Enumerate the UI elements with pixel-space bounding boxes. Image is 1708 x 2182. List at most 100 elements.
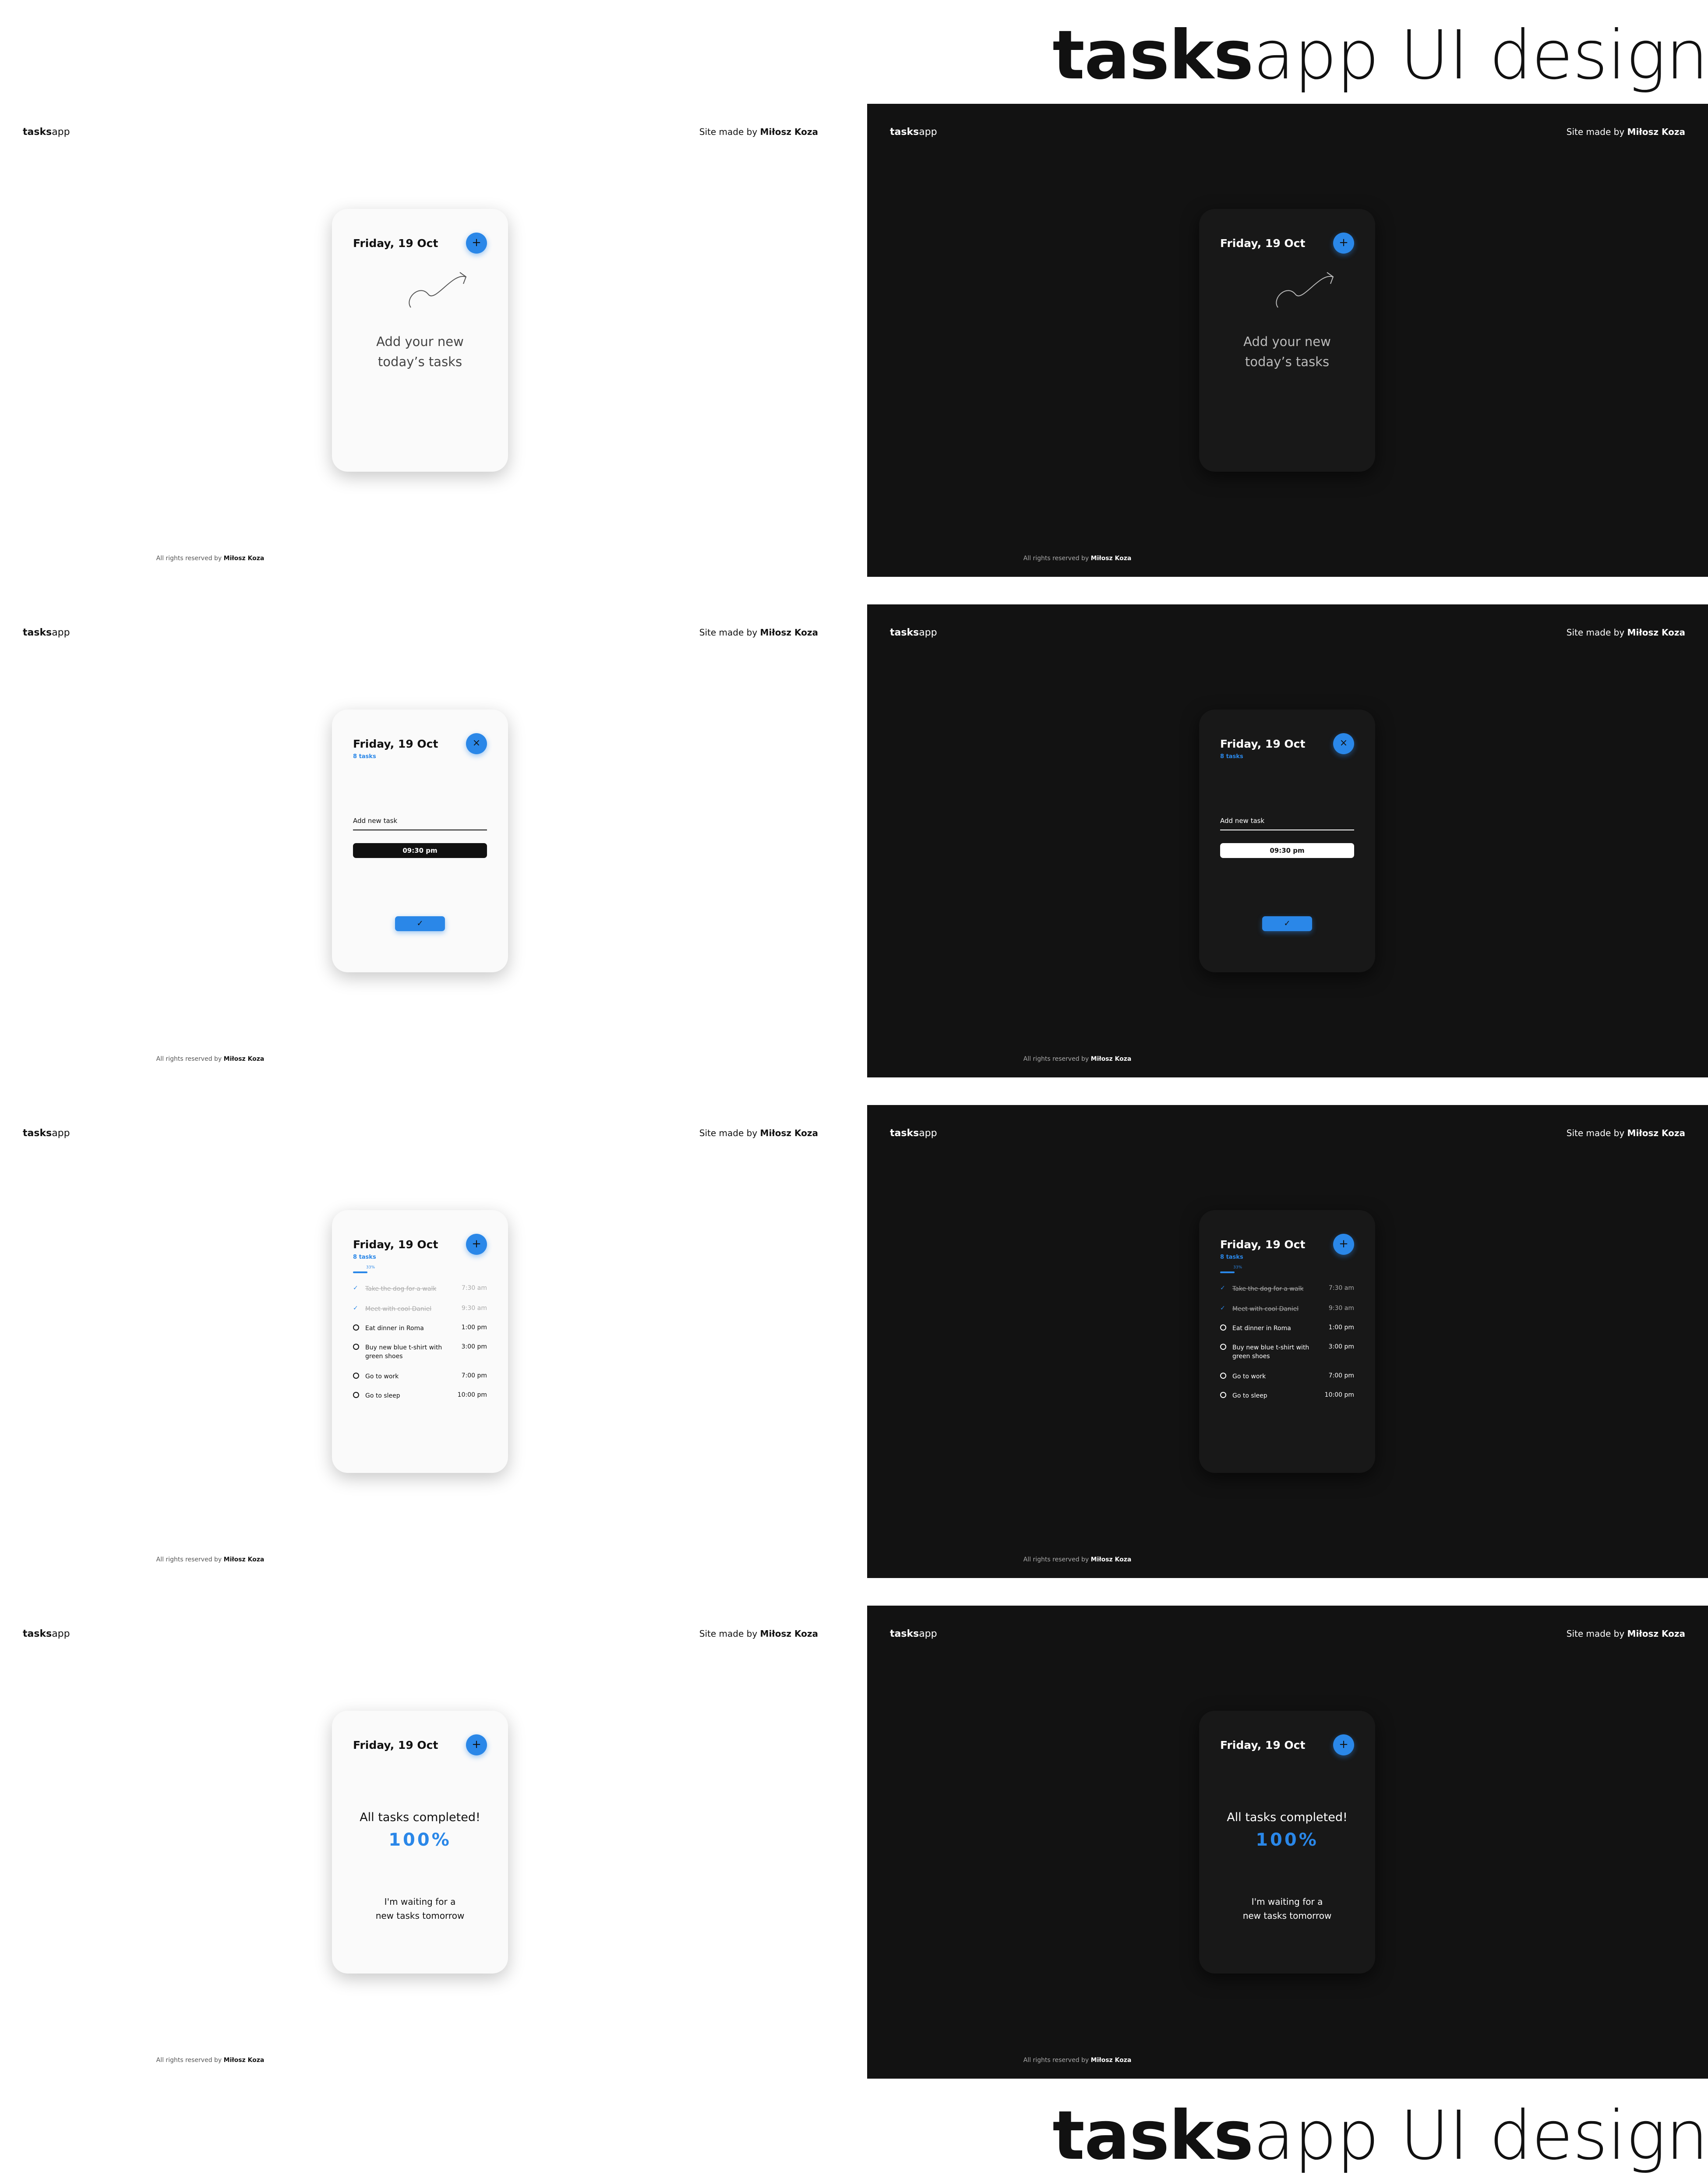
progress-fill: [353, 1271, 367, 1273]
task-count: 8 tasks: [1220, 753, 1243, 760]
screen-add-light: tasksapp Site made by Miłosz Koza Friday…: [0, 604, 841, 1077]
site-credit: Site made by Miłosz Koza: [699, 127, 818, 137]
empty-message: Add your new today’s tasks: [1243, 334, 1331, 369]
progress-fill: [1220, 1271, 1235, 1273]
site-credit: Site made by Miłosz Koza: [699, 1128, 818, 1138]
confirm-button[interactable]: ✓: [395, 916, 445, 931]
screen-add-dark: tasksapp Site made by Miłosz Koza Friday…: [867, 604, 1708, 1077]
check-icon[interactable]: ✓: [1220, 1285, 1226, 1291]
circle-checkbox-icon[interactable]: [1220, 1344, 1226, 1350]
add-task-button[interactable]: +: [466, 1234, 487, 1255]
add-task-button[interactable]: +: [1333, 1234, 1354, 1255]
completed-message: I'm waiting for a new tasks tomorrow: [1242, 1896, 1332, 1921]
task-card: Friday, 19 Oct + Add your new today’s tas…: [1199, 209, 1375, 472]
task-time: 1:00 pm: [1328, 1324, 1354, 1331]
site-credit: Site made by Miłosz Koza: [1566, 127, 1685, 137]
task-time: 7:00 pm: [1328, 1372, 1354, 1379]
card-date: Friday, 19 Oct: [1220, 738, 1306, 750]
task-text: Meet with cool Daniel: [365, 1306, 432, 1313]
footer: All rights reserved by Miłosz Koza: [1023, 1056, 1132, 1063]
page-title-bold: tasks: [1052, 2097, 1253, 2175]
new-task-input[interactable]: Add new task: [1220, 817, 1264, 825]
arrow-illustration: [409, 272, 467, 308]
task-text: Take the dog for a walk: [1232, 1285, 1304, 1292]
time-picker[interactable]: 09:30 pm: [1220, 843, 1354, 858]
card-date: Friday, 19 Oct: [353, 1739, 438, 1751]
check-icon[interactable]: ✓: [353, 1285, 359, 1291]
site-credit: Site made by Miłosz Koza: [699, 1628, 818, 1639]
add-task-button[interactable]: +: [1333, 233, 1354, 254]
brand-logo[interactable]: tasksapp: [890, 1628, 937, 1639]
add-task-button[interactable]: +: [466, 233, 487, 254]
site-credit: Site made by Miłosz Koza: [1566, 627, 1685, 638]
circle-checkbox-icon[interactable]: [1220, 1324, 1226, 1331]
page-title-bold: tasks: [1052, 16, 1253, 95]
task-text: Eat dinner in Roma: [365, 1325, 424, 1332]
page-title-bottom: tasksapp UI design: [1007, 2102, 1708, 2172]
completed-title: All tasks completed!: [1227, 1811, 1348, 1824]
page-title: tasksapp UI design: [1007, 22, 1708, 92]
task-text: Meet with cool Daniel: [1232, 1306, 1299, 1313]
footer: All rights reserved by Miłosz Koza: [1023, 555, 1132, 562]
task-text: Buy new blue t-shirt with green shoes: [1232, 1344, 1309, 1360]
circle-checkbox-icon[interactable]: [1220, 1392, 1226, 1398]
circle-checkbox-icon[interactable]: [353, 1324, 359, 1331]
progress-label: 33%: [1233, 1265, 1242, 1270]
completed-title: All tasks completed!: [360, 1811, 480, 1824]
brand-logo[interactable]: tasksapp: [890, 1128, 937, 1139]
task-card: Friday, 19 Oct 8 tasks + 33% ✓ Take the d…: [332, 1210, 508, 1473]
empty-message: Add your new today’s tasks: [376, 334, 464, 369]
plus-icon: +: [1339, 1738, 1348, 1751]
brand-logo[interactable]: tasksapp: [23, 1128, 70, 1139]
close-button[interactable]: ×: [466, 733, 487, 754]
task-card: Friday, 19 Oct 8 tasks + 33% ✓ Take the d…: [1199, 1210, 1375, 1473]
new-task-input[interactable]: Add new task: [353, 817, 397, 825]
site-credit: Site made by Miłosz Koza: [1566, 1628, 1685, 1639]
task-card: Friday, 19 Oct 8 tasks × Add new task 09…: [1199, 710, 1375, 972]
screen-list-light: tasksapp Site made by Miłosz Koza Friday…: [0, 1105, 841, 1578]
circle-checkbox-icon[interactable]: [353, 1344, 359, 1350]
completed-message: I'm waiting for a new tasks tomorrow: [375, 1896, 465, 1921]
task-time: 9:30 am: [1328, 1305, 1354, 1312]
brand-logo[interactable]: tasksapp: [23, 1628, 70, 1639]
task-text: Go to sleep: [365, 1392, 400, 1399]
footer: All rights reserved by Miłosz Koza: [156, 1056, 265, 1063]
check-icon[interactable]: ✓: [353, 1305, 359, 1311]
card-date: Friday, 19 Oct: [1220, 1739, 1306, 1751]
task-count: 8 tasks: [353, 1254, 376, 1260]
footer: All rights reserved by Miłosz Koza: [156, 2057, 265, 2064]
card-date: Friday, 19 Oct: [353, 738, 438, 750]
task-text: Eat dinner in Roma: [1232, 1325, 1291, 1332]
brand-logo[interactable]: tasksapp: [23, 627, 70, 638]
circle-checkbox-icon[interactable]: [353, 1392, 359, 1398]
add-task-button[interactable]: +: [466, 1734, 487, 1755]
task-text: Take the dog for a walk: [365, 1285, 437, 1292]
screen-complete-light: tasksapp Site made by Miłosz Koza Friday…: [0, 1606, 841, 2079]
task-text: Go to sleep: [1232, 1392, 1267, 1399]
task-card: Friday, 19 Oct + All tasks completed! 10…: [332, 1711, 508, 1974]
time-picker[interactable]: 09:30 pm: [353, 843, 487, 858]
circle-checkbox-icon[interactable]: [1220, 1373, 1226, 1379]
task-time: 7:00 pm: [461, 1372, 487, 1379]
task-time: 9:30 am: [461, 1305, 487, 1312]
plus-icon: +: [1339, 236, 1348, 249]
confirm-button[interactable]: ✓: [1262, 916, 1312, 931]
footer: All rights reserved by Miłosz Koza: [156, 555, 265, 562]
task-card: Friday, 19 Oct + Add your new today’s tas…: [332, 209, 508, 472]
check-icon[interactable]: ✓: [1220, 1305, 1226, 1311]
footer: All rights reserved by Miłosz Koza: [1023, 2057, 1132, 2064]
arrow-illustration: [1276, 272, 1334, 308]
brand-logo[interactable]: tasksapp: [890, 627, 937, 638]
completed-percent: 100%: [388, 1830, 452, 1850]
task-card: Friday, 19 Oct 8 tasks × Add new task 09…: [332, 710, 508, 972]
circle-checkbox-icon[interactable]: [353, 1373, 359, 1379]
add-task-button[interactable]: +: [1333, 1734, 1354, 1755]
brand-logo[interactable]: tasksapp: [890, 127, 937, 138]
card-date: Friday, 19 Oct: [1220, 1238, 1306, 1251]
card-date: Friday, 19 Oct: [353, 1238, 438, 1251]
brand-logo[interactable]: tasksapp: [23, 127, 70, 138]
progress-label: 33%: [366, 1265, 375, 1270]
task-count: 8 tasks: [353, 753, 376, 760]
close-button[interactable]: ×: [1333, 733, 1354, 754]
close-icon: ×: [472, 738, 481, 749]
